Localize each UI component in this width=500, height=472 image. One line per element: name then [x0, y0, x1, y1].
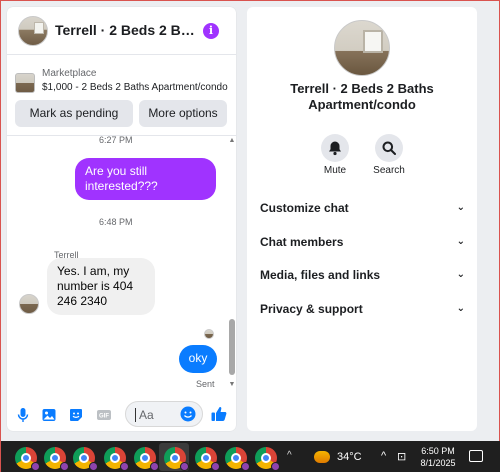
chrome-icon[interactable] [44, 447, 69, 471]
message-composer: GIF Aa [7, 399, 236, 431]
menu-label: Media, files and links [260, 268, 381, 282]
chat-info-panel: Terrell · 2 Beds 2 Baths Apartment/condo… [247, 7, 477, 431]
listing-thumbnail [15, 73, 35, 93]
menu-privacy-support[interactable]: Privacy & support ⌄ [260, 299, 465, 319]
microphone-icon[interactable] [15, 407, 31, 423]
search-label: Search [373, 165, 405, 176]
chrome-icon[interactable] [134, 447, 159, 471]
chrome-icon[interactable] [104, 447, 129, 471]
chevron-down-icon: ⌄ [456, 236, 465, 247]
clock-time: 6:50 PM [421, 446, 455, 456]
sender-avatar[interactable] [19, 294, 39, 314]
chrome-icon[interactable] [164, 447, 189, 471]
scroll-down-arrow[interactable]: ▼ [228, 381, 236, 389]
emoji-icon[interactable] [180, 406, 196, 422]
scrollbar[interactable]: ▲ ▼ [228, 137, 236, 391]
menu-label: Customize chat [260, 201, 349, 215]
chrome-icon[interactable] [195, 447, 220, 471]
menu-label: Chat members [260, 235, 344, 249]
chevron-down-icon: ⌄ [456, 202, 465, 213]
message-input-placeholder: Aa [139, 408, 154, 422]
more-options-button[interactable]: More options [139, 100, 227, 127]
message-timestamp: 6:27 PM [99, 135, 133, 145]
incoming-message[interactable]: Yes. I am, my number is 404 246 2340 [47, 258, 155, 315]
menu-chat-members[interactable]: Chat members ⌄ [260, 232, 465, 252]
temperature[interactable]: 34°C [337, 451, 362, 463]
seen-indicator-avatar [204, 329, 214, 339]
gif-icon[interactable]: GIF [96, 407, 112, 423]
menu-label: Privacy & support [260, 302, 363, 316]
text-caret [135, 408, 136, 422]
clock-date: 8/1/2025 [420, 458, 456, 468]
chrome-icon[interactable] [73, 447, 98, 471]
notification-icon[interactable] [469, 450, 483, 462]
chrome-icon[interactable] [15, 447, 40, 471]
profile-name: Terrell · 2 Beds 2 Baths Apartment/condo [290, 81, 434, 112]
mute-label: Mute [323, 165, 347, 176]
avatar[interactable] [18, 16, 48, 46]
tray-chevron-icon[interactable]: ^ [381, 450, 386, 462]
chat-panel: Terrell · 2 Beds 2 Bath… i Marketplace $… [7, 7, 236, 431]
taskbar: ^ 34°C ^ ⊡ 6:50 PM 8/1/2025 [1, 441, 500, 472]
svg-text:GIF: GIF [99, 414, 109, 420]
bell-icon [329, 141, 341, 156]
message-timestamp: 6:48 PM [99, 217, 133, 227]
menu-media-files-links[interactable]: Media, files and links ⌄ [260, 265, 465, 285]
menu-customize-chat[interactable]: Customize chat ⌄ [260, 198, 465, 218]
scroll-thumb[interactable] [229, 319, 235, 375]
chevron-down-icon: ⌄ [456, 269, 465, 280]
message-input[interactable]: Aa [125, 401, 203, 427]
info-icon[interactable]: i [203, 23, 219, 39]
chevron-down-icon: ⌄ [456, 303, 465, 314]
thumbs-up-icon[interactable] [210, 405, 228, 423]
outgoing-message[interactable]: Are you still interested??? [75, 158, 216, 200]
system-clock[interactable]: 6:50 PM 8/1/2025 [418, 445, 458, 469]
listing-description: $1,000 - 2 Beds 2 Baths Apartment/condo [42, 82, 228, 93]
outgoing-message[interactable]: oky [179, 345, 217, 373]
marketplace-listing[interactable]: Marketplace $1,000 - 2 Beds 2 Baths Apar… [7, 65, 236, 95]
mute-button[interactable] [321, 134, 349, 162]
search-button[interactable] [375, 134, 403, 162]
chat-header: Terrell · 2 Beds 2 Bath… i [7, 7, 236, 55]
taskbar-overflow-chevron-icon[interactable]: ^ [287, 450, 292, 461]
message-status: Sent [196, 379, 215, 389]
scroll-up-arrow[interactable]: ▲ [228, 137, 236, 145]
mark-as-pending-button[interactable]: Mark as pending [15, 100, 133, 127]
sticker-icon[interactable] [68, 407, 84, 423]
profile-avatar[interactable] [334, 20, 390, 76]
image-icon[interactable] [41, 407, 57, 423]
network-icon[interactable]: ⊡ [397, 450, 406, 463]
chat-title[interactable]: Terrell · 2 Beds 2 Bath… [55, 22, 195, 38]
weather-icon[interactable] [314, 451, 330, 463]
chrome-icon[interactable] [225, 447, 250, 471]
search-icon [382, 141, 396, 155]
chrome-icon[interactable] [255, 447, 280, 471]
listing-category: Marketplace [42, 68, 97, 79]
